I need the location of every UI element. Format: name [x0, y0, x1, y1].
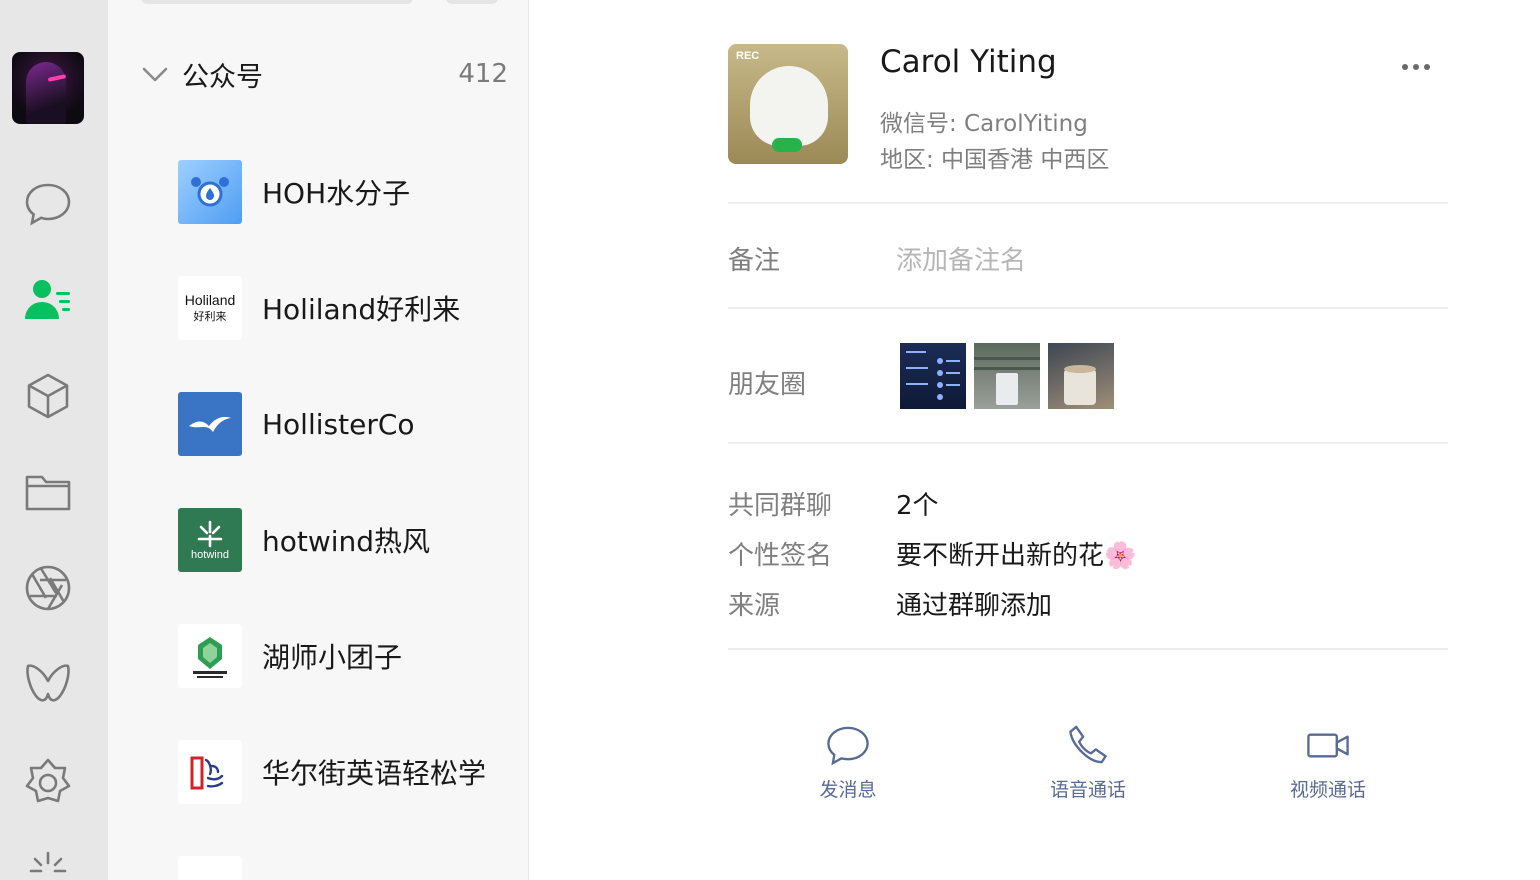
list-item[interactable]: HollisterCo	[178, 392, 518, 456]
cube-icon[interactable]	[22, 370, 74, 422]
region: 地区: 中国香港 中西区	[880, 147, 1110, 173]
action-label: 语音通话	[1049, 779, 1126, 801]
common-groups-value[interactable]: 2个	[896, 485, 939, 522]
action-label: 发消息	[819, 779, 877, 801]
section-count: 412	[458, 59, 508, 89]
voice-call-button[interactable]: 语音通话	[1028, 722, 1148, 802]
send-message-button[interactable]: 发消息	[788, 722, 908, 802]
partial-logo	[178, 856, 242, 880]
list-item[interactable]: 湖师小团子	[178, 624, 518, 688]
remark-label: 备注	[728, 246, 781, 276]
avatar-rec-label: REC	[736, 50, 760, 62]
list-item-name: Holiland好利来	[262, 293, 461, 326]
remark-input[interactable]: 添加备注名	[896, 240, 1026, 277]
sidebar-rail	[0, 0, 108, 880]
user-avatar[interactable]	[12, 52, 84, 124]
add-contact-button[interactable]	[446, 0, 498, 4]
list-item[interactable]: hotwind hotwind热风	[178, 508, 518, 572]
list-item[interactable]: HOH水分子	[178, 160, 518, 224]
holiland-logo: Holiland 好利来	[178, 276, 242, 340]
source-value: 通过群聊添加	[896, 591, 1053, 621]
action-label: 视频通话	[1289, 779, 1366, 801]
official-accounts-header[interactable]: 公众号 412	[138, 52, 508, 96]
contact-list-pane: 公众号 412 HOH水分子 Holiland 好利来 Holiland好利来 …	[108, 0, 529, 880]
profile-detail-pane: REC Carol Yiting 微信号: CarolYiting 地区: 中国…	[529, 0, 1540, 880]
search-bar[interactable]	[141, 0, 413, 4]
source-label: 来源	[728, 591, 781, 621]
phone-icon	[1069, 725, 1107, 764]
logo-text: Holiland	[184, 292, 236, 308]
butterfly-icon[interactable]	[22, 658, 74, 710]
logo-text: 好利来	[193, 310, 227, 323]
signature-label: 个性签名	[728, 541, 833, 571]
contacts-icon[interactable]	[22, 274, 74, 326]
flower-hexagon-icon[interactable]	[22, 756, 74, 808]
sparkle-icon[interactable]	[22, 846, 74, 880]
common-groups-label: 共同群聊	[728, 491, 833, 521]
signature-value: 要不断开出新的花🌸	[896, 541, 1137, 571]
folder-icon[interactable]	[22, 466, 74, 518]
wall-street-english-logo	[178, 740, 242, 804]
divider	[728, 442, 1448, 444]
list-item-name: HOH水分子	[262, 177, 411, 210]
divider	[728, 202, 1448, 204]
hotwind-logo: hotwind	[178, 508, 242, 572]
list-item-name: 湖师小团子	[262, 641, 403, 674]
moments-thumbnail[interactable]	[974, 343, 1040, 409]
video-camera-icon	[1307, 733, 1349, 758]
moments-thumbnail[interactable]	[1048, 343, 1114, 409]
divider	[728, 307, 1448, 309]
chat-bubble-icon[interactable]	[22, 178, 74, 230]
list-item[interactable]: 华尔街英语轻松学	[178, 740, 518, 804]
list-item[interactable]: Holiland 好利来 Holiland好利来	[178, 276, 518, 340]
chat-bubble-icon	[827, 726, 869, 766]
profile-avatar[interactable]: REC	[728, 44, 848, 164]
moments-thumbnail[interactable]	[900, 343, 966, 409]
seagull-logo	[178, 392, 242, 456]
aperture-icon[interactable]	[22, 562, 74, 614]
section-title: 公众号	[182, 61, 263, 93]
green-emblem-logo	[178, 624, 242, 688]
water-drop-logo	[178, 160, 242, 224]
list-item-name: hotwind热风	[262, 525, 431, 558]
profile-name: Carol Yiting	[880, 44, 1057, 80]
more-options-icon[interactable]	[1399, 52, 1433, 82]
list-item[interactable]	[178, 856, 518, 880]
video-call-button[interactable]: 视频通话	[1268, 722, 1388, 802]
list-item-name: HollisterCo	[262, 407, 415, 441]
avatar-badge	[772, 138, 802, 152]
chevron-down-icon[interactable]	[138, 57, 172, 91]
wechat-window: 公众号 412 HOH水分子 Holiland 好利来 Holiland好利来 …	[0, 0, 1540, 880]
list-item-name: 华尔街英语轻松学	[262, 757, 487, 790]
cat-illustration	[750, 66, 828, 146]
moments-label: 朋友圈	[728, 370, 807, 400]
wechat-id: 微信号: CarolYiting	[880, 111, 1088, 137]
divider	[728, 648, 1448, 650]
logo-text: hotwind	[191, 549, 229, 561]
